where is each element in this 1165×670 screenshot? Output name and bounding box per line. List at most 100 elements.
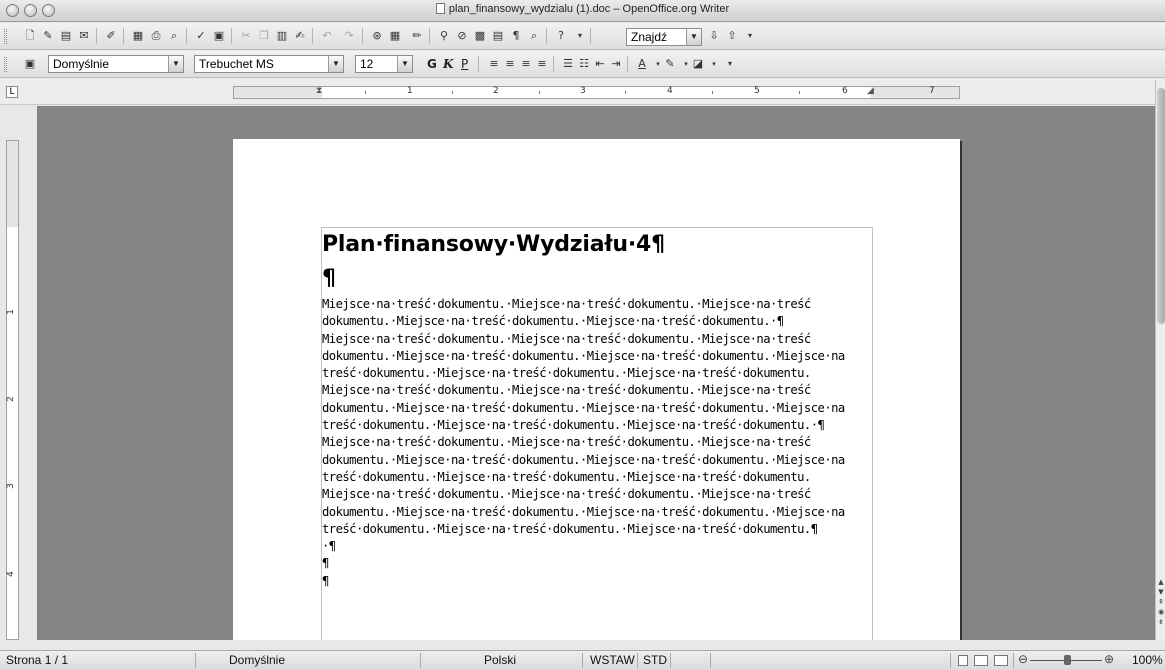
find-down-icon[interactable]: ⇩ <box>706 28 722 44</box>
paragraph-style-combo[interactable]: Domyślnie ▼ <box>48 55 184 73</box>
toolbar-overflow-icon[interactable]: ▾ <box>742 28 758 44</box>
vertical-scrollbar[interactable]: ▲ ▼ ⇞ ◉ ⇟ <box>1155 80 1165 640</box>
styles-formatting-icon[interactable]: ▣ <box>22 56 38 72</box>
undo-icon[interactable]: ↶ <box>319 28 335 44</box>
font-size-combo[interactable]: 12 ▼ <box>355 55 413 73</box>
find-combo[interactable]: Znajdź ▼ <box>626 28 702 46</box>
body-text-line[interactable]: dokumentu.·Miejsce·na·treść·dokumentu.·M… <box>322 504 882 521</box>
edit-file-icon[interactable]: ✎ <box>40 28 56 44</box>
data-sources-icon[interactable]: ▤ <box>490 28 506 44</box>
font-color-icon[interactable]: A <box>634 56 650 72</box>
tab-stop-selector[interactable]: L <box>6 86 18 98</box>
body-text-line[interactable]: Miejsce·na·treść·dokumentu.·Miejsce·na·t… <box>322 382 882 399</box>
export-pdf-icon[interactable]: ▦ <box>130 28 146 44</box>
print-icon[interactable]: ⎙ <box>148 28 164 44</box>
zoom-slider-thumb[interactable] <box>1064 655 1071 665</box>
hyperlink-icon[interactable]: ⊛ <box>369 28 385 44</box>
justify-icon[interactable]: ≡ <box>534 56 550 72</box>
spellcheck-icon[interactable]: ✓ <box>193 28 209 44</box>
body-text-line[interactable]: ¶ <box>322 555 882 572</box>
align-center-icon[interactable]: ≡ <box>502 56 518 72</box>
insert-mode-indicator[interactable]: WSTAW <box>590 653 635 667</box>
body-text-line[interactable]: treść·dokumentu.·Miejsce·na·treść·dokume… <box>322 365 882 382</box>
body-text-line[interactable]: Miejsce·na·treść·dokumentu.·Miejsce·na·t… <box>322 434 882 451</box>
scroll-up-icon[interactable]: ▲ <box>1157 577 1165 587</box>
print-preview-icon[interactable]: ⌕ <box>166 28 182 44</box>
left-indent-marker[interactable]: ⧗ <box>316 86 322 96</box>
chevron-down-icon[interactable]: ▾ <box>706 56 722 72</box>
table-icon[interactable]: ▦ <box>387 28 403 44</box>
toolbar-overflow-icon[interactable]: ▾ <box>572 28 588 44</box>
zoom-icon[interactable]: ⌕ <box>526 28 542 44</box>
help-icon[interactable]: ? <box>553 28 569 44</box>
next-page-icon[interactable]: ⇟ <box>1157 617 1165 627</box>
horizontal-ruler[interactable]: 1 2 3 4 5 6 7 ⧗ ◢ <box>233 86 960 99</box>
vertical-ruler[interactable]: 1 2 3 4 <box>6 140 19 640</box>
toolbar-overflow-icon[interactable]: ▾ <box>722 56 738 72</box>
align-right-icon[interactable]: ≡ <box>518 56 534 72</box>
italic-button[interactable]: K <box>443 56 453 72</box>
autospellcheck-icon[interactable]: ▣ <box>211 28 227 44</box>
increase-indent-icon[interactable]: ⇥ <box>608 56 624 72</box>
page-style-indicator[interactable]: Domyślnie <box>229 653 285 667</box>
empty-paragraph[interactable]: ¶ <box>322 266 336 291</box>
highlight-icon[interactable]: ✎ <box>662 56 678 72</box>
decrease-indent-icon[interactable]: ⇤ <box>592 56 608 72</box>
underline-button[interactable]: P <box>461 56 468 72</box>
align-left-icon[interactable]: ≡ <box>486 56 502 72</box>
book-view-icon[interactable] <box>994 655 1008 666</box>
save-icon[interactable]: ▤ <box>58 28 74 44</box>
page-indicator[interactable]: Strona 1 / 1 <box>6 653 68 667</box>
chevron-down-icon[interactable]: ▼ <box>168 56 183 72</box>
previous-page-icon[interactable]: ⇞ <box>1157 597 1165 607</box>
paste-icon[interactable]: ▥ <box>274 28 290 44</box>
gallery-icon[interactable]: ▩ <box>472 28 488 44</box>
toolbar-grip[interactable] <box>4 29 7 44</box>
scrollbar-thumb[interactable] <box>1157 88 1165 324</box>
selection-mode-indicator[interactable]: STD <box>643 653 667 667</box>
navigator-icon[interactable]: ⊘ <box>454 28 470 44</box>
zoom-in-icon[interactable]: ⊕ <box>1104 652 1114 666</box>
language-indicator[interactable]: Polski <box>484 653 516 667</box>
body-text-line[interactable]: dokumentu.·Miejsce·na·treść·dokumentu.·M… <box>322 452 882 469</box>
right-indent-marker[interactable]: ◢ <box>867 86 874 96</box>
redo-icon[interactable]: ↷ <box>341 28 357 44</box>
email-icon[interactable]: ✉ <box>76 28 92 44</box>
navigation-icon[interactable]: ◉ <box>1157 607 1165 617</box>
find-up-icon[interactable]: ⇧ <box>724 28 740 44</box>
document-body[interactable]: Miejsce·na·treść·dokumentu.·Miejsce·na·t… <box>322 296 882 590</box>
text-boundaries[interactable]: Plan·finansowy·Wydziału·4¶ ¶ Miejsce·na·… <box>321 227 873 640</box>
multi-page-view-icon[interactable] <box>974 655 988 666</box>
body-text-line[interactable]: treść·dokumentu.·Miejsce·na·treść·dokume… <box>322 417 882 434</box>
body-text-line[interactable]: treść·dokumentu.·Miejsce·na·treść·dokume… <box>322 521 882 538</box>
background-color-icon[interactable]: ◪ <box>690 56 706 72</box>
draw-icon[interactable]: ✏ <box>409 28 425 44</box>
cut-icon[interactable]: ✂ <box>238 28 254 44</box>
numbering-icon[interactable]: ☰ <box>560 56 576 72</box>
format-paintbrush-icon[interactable]: ✍ <box>292 28 308 44</box>
toolbar-grip[interactable] <box>4 57 7 72</box>
scroll-down-icon[interactable]: ▼ <box>1157 587 1165 597</box>
body-text-line[interactable]: dokumentu.·Miejsce·na·treść·dokumentu.·M… <box>322 313 882 330</box>
body-text-line[interactable]: ·¶ <box>322 538 882 555</box>
zoom-level[interactable]: 100% <box>1132 653 1163 667</box>
body-text-line[interactable]: Miejsce·na·treść·dokumentu.·Miejsce·na·t… <box>322 296 882 313</box>
document-page[interactable]: Plan·finansowy·Wydziału·4¶ ¶ Miejsce·na·… <box>233 139 960 640</box>
zoom-out-icon[interactable]: ⊖ <box>1018 652 1028 666</box>
edit-mode-icon[interactable]: ✐ <box>103 28 119 44</box>
single-page-view-icon[interactable] <box>958 655 968 666</box>
bold-button[interactable]: G <box>427 56 437 72</box>
chevron-down-icon[interactable]: ▼ <box>686 29 701 45</box>
chevron-down-icon[interactable]: ▼ <box>328 56 343 72</box>
document-heading[interactable]: Plan·finansowy·Wydziału·4¶ <box>322 232 665 257</box>
find-replace-icon[interactable]: ⚲ <box>436 28 452 44</box>
body-text-line[interactable]: ¶ <box>322 573 882 590</box>
body-text-line[interactable]: Miejsce·na·treść·dokumentu.·Miejsce·na·t… <box>322 331 882 348</box>
body-text-line[interactable]: treść·dokumentu.·Miejsce·na·treść·dokume… <box>322 469 882 486</box>
chevron-down-icon[interactable]: ▼ <box>397 56 412 72</box>
nonprinting-chars-icon[interactable]: ¶ <box>508 28 524 44</box>
body-text-line[interactable]: dokumentu.·Miejsce·na·treść·dokumentu.·M… <box>322 348 882 365</box>
font-name-combo[interactable]: Trebuchet MS ▼ <box>194 55 344 73</box>
new-icon[interactable]: 🗋 <box>22 28 38 44</box>
copy-icon[interactable]: ❐ <box>256 28 272 44</box>
